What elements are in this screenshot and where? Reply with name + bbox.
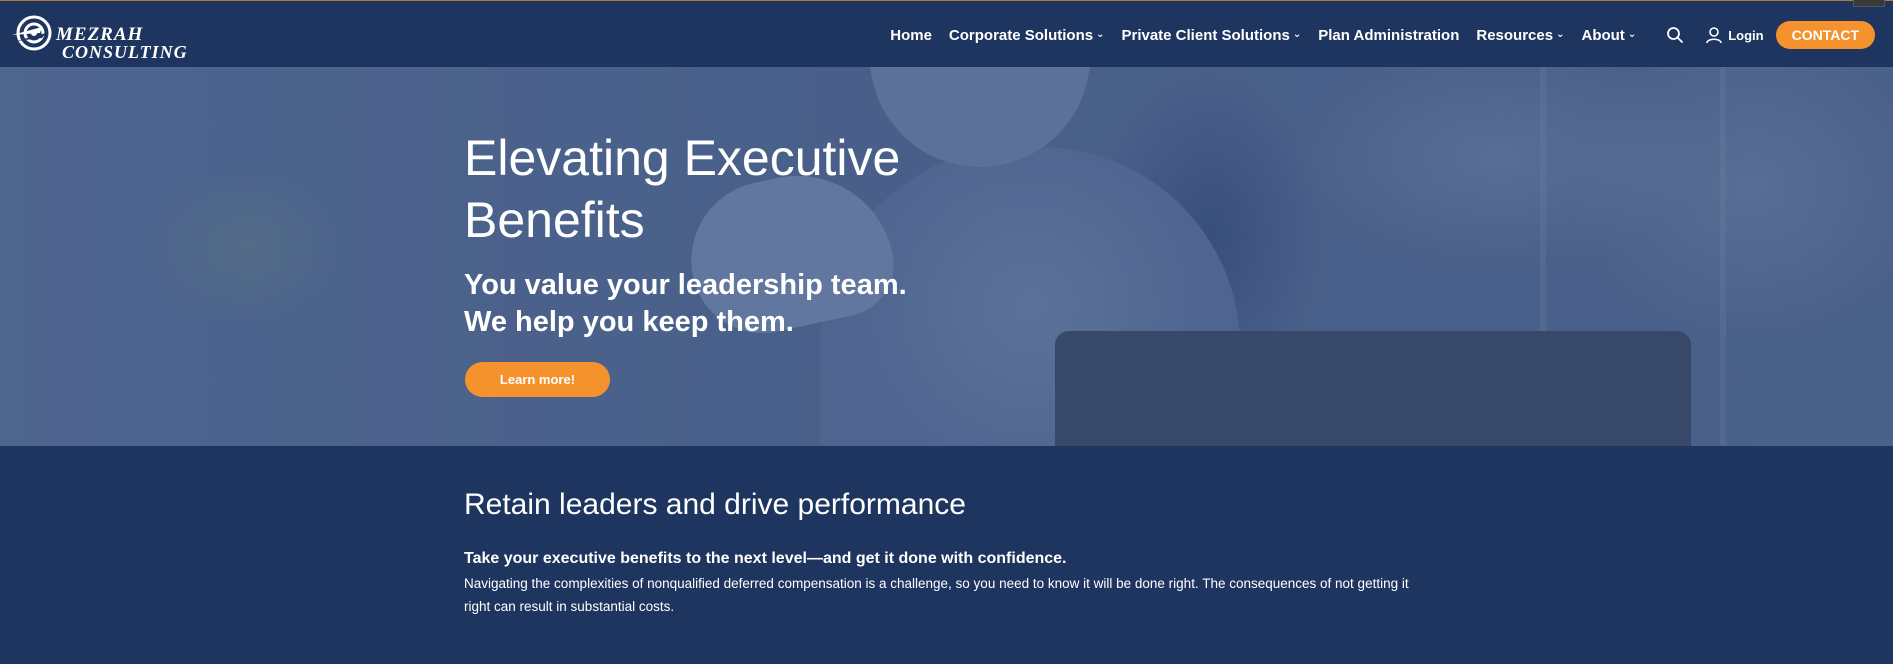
brand-name-line2: CONSULTING — [62, 42, 188, 62]
contact-label: CONTACT — [1791, 27, 1859, 43]
nav-item-private-client-solutions[interactable]: Private Client Solutions ⌄ — [1121, 27, 1301, 44]
chevron-down-icon: ⌄ — [1292, 28, 1302, 40]
search-button[interactable] — [1666, 26, 1684, 44]
nav-item-corporate-solutions[interactable]: Corporate Solutions ⌄ — [949, 27, 1105, 44]
nav-item-label: Private Client Solutions — [1121, 26, 1290, 44]
hero-title: Elevating Executive Benefits — [464, 130, 901, 248]
learn-more-label: Learn more! — [499, 372, 576, 387]
brand-logo[interactable]: MEZRAH CONSULTING — [12, 11, 187, 61]
intro-section: Retain leaders and drive performance Tak… — [0, 446, 1893, 664]
nav-item-about[interactable]: About ⌄ — [1581, 27, 1636, 44]
hero-banner: Elevating Executive Benefits You value y… — [0, 67, 1893, 446]
hero-subtitle: You value your leadership team. We help … — [464, 267, 1064, 341]
nav-item-home[interactable]: Home — [890, 27, 932, 44]
contact-button[interactable]: CONTACT — [1775, 21, 1875, 49]
section-lead: Take your executive benefits to the next… — [464, 550, 1067, 567]
logo-mark-icon — [12, 15, 52, 51]
chevron-down-icon: ⌄ — [1556, 28, 1565, 40]
nav-item-plan-administration[interactable]: Plan Administration — [1318, 27, 1459, 44]
chevron-down-icon: ⌄ — [1627, 28, 1637, 40]
learn-more-button[interactable]: Learn more! — [465, 362, 610, 397]
hero-color-overlay — [0, 67, 1893, 446]
chevron-down-icon: ⌄ — [1096, 28, 1105, 40]
nav-item-label: Resources — [1476, 26, 1554, 44]
main-nav: Home Corporate Solutions ⌄ Private Clien… — [890, 21, 1875, 49]
corner-tab — [1853, 0, 1885, 7]
section-title: Retain leaders and drive performance — [464, 488, 966, 521]
nav-item-label: About — [1581, 26, 1625, 44]
nav-item-label: Home — [890, 26, 932, 44]
hero-subtitle-line2: We help you keep them. — [464, 306, 794, 338]
user-icon — [1706, 26, 1723, 43]
nav-item-resources[interactable]: Resources ⌄ — [1476, 27, 1564, 44]
login-link[interactable]: Login — [1706, 26, 1764, 44]
hero-subtitle-line1: You value your leadership team. — [464, 269, 907, 301]
site-header: MEZRAH CONSULTING Home Corporate Solutio… — [0, 1, 1893, 67]
nav-item-label: Corporate Solutions — [948, 26, 1094, 44]
nav-item-label: Plan Administration — [1318, 26, 1460, 44]
search-icon — [1667, 27, 1684, 43]
section-body: Navigating the complexities of nonqualif… — [464, 576, 1409, 614]
login-label: Login — [1728, 27, 1764, 43]
